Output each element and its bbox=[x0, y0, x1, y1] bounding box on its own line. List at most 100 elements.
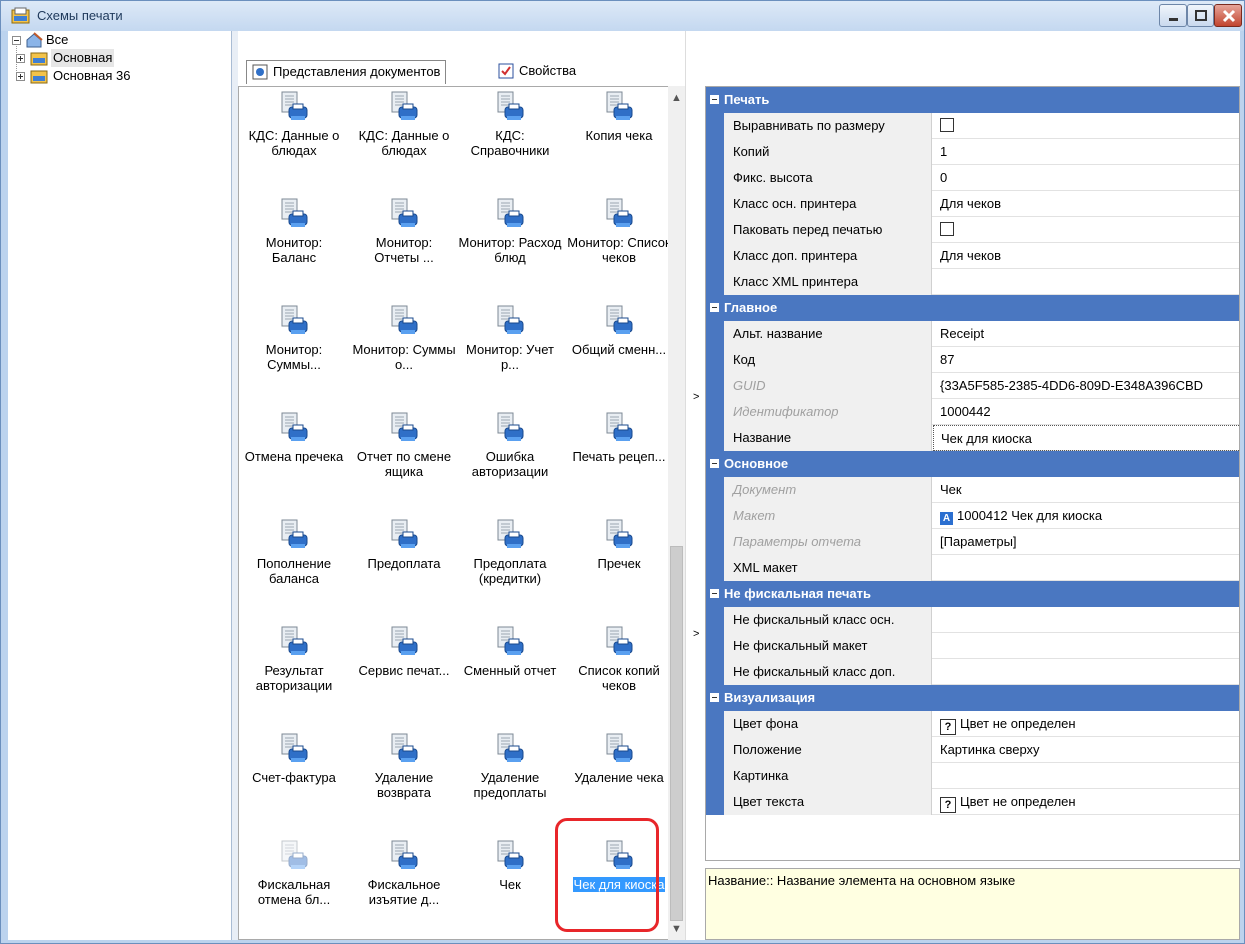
property-row[interactable]: Выравнивать по размеру bbox=[706, 113, 1239, 139]
property-row[interactable]: Фикс. высота 0 bbox=[706, 165, 1239, 191]
document-view-item[interactable]: Предоплата bbox=[352, 518, 456, 571]
document-view-item[interactable]: Удаление возврата bbox=[352, 732, 456, 800]
property-value[interactable] bbox=[933, 217, 1239, 243]
maximize-button[interactable] bbox=[1187, 4, 1214, 27]
collapse-icon[interactable] bbox=[710, 459, 719, 468]
collapse-icon[interactable] bbox=[710, 693, 719, 702]
document-view-item[interactable]: Монитор: Учет р... bbox=[458, 304, 562, 372]
property-row[interactable]: Альт. название Receipt bbox=[706, 321, 1239, 347]
document-view-item[interactable]: Печать рецеп... bbox=[567, 411, 671, 464]
property-row[interactable]: Код 87 bbox=[706, 347, 1239, 373]
collapse-icon[interactable] bbox=[710, 303, 719, 312]
document-view-item[interactable]: Отчет по смене ящика bbox=[352, 411, 456, 479]
tab-document-views[interactable]: Представления документов bbox=[246, 60, 447, 84]
property-row[interactable]: Не фискальный класс доп. bbox=[706, 659, 1239, 685]
tree-expand-toggle[interactable] bbox=[16, 72, 25, 81]
property-category[interactable]: Печать bbox=[706, 87, 1239, 113]
document-view-item[interactable]: Удаление чека bbox=[567, 732, 671, 785]
document-view-item[interactable]: Монитор: Суммы... bbox=[242, 304, 346, 372]
tree-item-main-36[interactable]: Основная 36 bbox=[53, 67, 130, 85]
property-row[interactable]: Макет A 1000412 Чек для киоска bbox=[706, 503, 1239, 529]
property-row[interactable]: Документ Чек bbox=[706, 477, 1239, 503]
close-button[interactable] bbox=[1214, 4, 1242, 27]
document-view-item[interactable]: КДС: Данные о блюдах bbox=[352, 90, 456, 158]
property-value[interactable] bbox=[933, 269, 1239, 295]
property-row[interactable]: Класс доп. принтера Для чеков bbox=[706, 243, 1239, 269]
property-value[interactable] bbox=[933, 659, 1239, 685]
property-value[interactable]: {33A5F585-2385-4DD6-809D-E348A396CBD bbox=[933, 373, 1239, 399]
scroll-up-arrow[interactable]: ▲ bbox=[668, 90, 685, 107]
property-value[interactable]: 87 bbox=[933, 347, 1239, 373]
property-value[interactable] bbox=[933, 763, 1239, 789]
property-grid[interactable]: Печать Выравнивать по размеру Копий 1 Фикс. … bbox=[705, 86, 1240, 861]
document-view-item[interactable]: Сервис печат... bbox=[352, 625, 456, 678]
document-view-item[interactable]: Общий сменн... bbox=[567, 304, 671, 357]
document-view-item[interactable]: КДС: Данные о блюдах bbox=[242, 90, 346, 158]
gallery-scrollbar[interactable]: ▲ ▼ bbox=[668, 86, 685, 940]
property-value[interactable]: Для чеков bbox=[933, 243, 1239, 269]
property-row[interactable]: Класс XML принтера bbox=[706, 269, 1239, 295]
document-view-item[interactable]: Монитор: Баланс bbox=[242, 197, 346, 265]
document-view-item[interactable]: Удаление предоплаты bbox=[458, 732, 562, 800]
property-value[interactable]: Для чеков bbox=[933, 191, 1239, 217]
property-value[interactable]: ? Цвет не определен bbox=[933, 789, 1239, 815]
document-view-item[interactable]: Монитор: Список чеков bbox=[567, 197, 671, 265]
document-view-item[interactable]: Результат авторизации bbox=[242, 625, 346, 693]
property-value[interactable] bbox=[933, 633, 1239, 659]
property-row[interactable]: Класс осн. принтера Для чеков bbox=[706, 191, 1239, 217]
property-row[interactable]: GUID {33A5F585-2385-4DD6-809D-E348A396CBD bbox=[706, 373, 1239, 399]
property-value[interactable]: Картинка сверху bbox=[933, 737, 1239, 763]
document-view-item[interactable]: Монитор: Расход блюд bbox=[458, 197, 562, 265]
property-value[interactable] bbox=[933, 113, 1239, 139]
document-view-gallery[interactable]: КДС: Данные о блюдах КДС: Данные о блюдах… bbox=[238, 86, 684, 940]
document-view-item[interactable]: Чек bbox=[458, 839, 562, 892]
property-value[interactable]: ? Цвет не определен bbox=[933, 711, 1239, 737]
property-category[interactable]: Визуализация bbox=[706, 685, 1239, 711]
tree-item-all[interactable]: Все bbox=[46, 31, 68, 49]
property-value[interactable]: Чек bbox=[933, 477, 1239, 503]
scroll-down-arrow[interactable]: ▼ bbox=[668, 921, 685, 938]
property-value[interactable]: A 1000412 Чек для киоска bbox=[933, 503, 1239, 529]
property-row[interactable]: Название Чек для киоска bbox=[706, 425, 1239, 451]
document-view-item[interactable]: Фискальная отмена бл... bbox=[242, 839, 346, 907]
property-checkbox[interactable] bbox=[940, 118, 954, 132]
document-view-item[interactable]: Монитор: Отчеты ... bbox=[352, 197, 456, 265]
document-view-item[interactable]: Фискальное изъятие д... bbox=[352, 839, 456, 907]
property-row[interactable]: Не фискальный макет bbox=[706, 633, 1239, 659]
tree-item-main[interactable]: Основная bbox=[51, 49, 115, 67]
document-view-item[interactable]: Копия чека bbox=[567, 90, 671, 143]
property-row[interactable]: Параметры отчета [Параметры] bbox=[706, 529, 1239, 555]
property-value[interactable] bbox=[933, 607, 1239, 633]
property-value[interactable]: Receipt bbox=[933, 321, 1239, 347]
property-row[interactable]: Цвет текста? Цвет не определен bbox=[706, 789, 1239, 815]
property-checkbox[interactable] bbox=[940, 222, 954, 236]
panel-splitter[interactable] bbox=[685, 31, 705, 940]
property-value[interactable]: [Параметры] bbox=[933, 529, 1239, 555]
document-view-item[interactable]: Сменный отчет bbox=[458, 625, 562, 678]
title-bar[interactable]: Схемы печати bbox=[1, 1, 1244, 31]
property-row[interactable]: Паковать перед печатью bbox=[706, 217, 1239, 243]
minimize-button[interactable] bbox=[1159, 4, 1187, 27]
property-row[interactable]: Картинка bbox=[706, 763, 1239, 789]
expand-arrow-icon[interactable]: > bbox=[693, 391, 699, 403]
document-view-item[interactable]: Отмена пречека bbox=[242, 411, 346, 464]
property-value[interactable] bbox=[933, 555, 1239, 581]
property-row[interactable]: Цвет фона? Цвет не определен bbox=[706, 711, 1239, 737]
collapse-icon[interactable] bbox=[710, 95, 719, 104]
document-view-item[interactable]: Монитор: Суммы о... bbox=[352, 304, 456, 372]
collapse-icon[interactable] bbox=[710, 589, 719, 598]
document-view-item[interactable]: Предоплата (кредитки) bbox=[458, 518, 562, 586]
property-value[interactable]: 1 bbox=[933, 139, 1239, 165]
document-view-item[interactable]: Пречек bbox=[567, 518, 671, 571]
document-view-item[interactable]: Пополнение баланса bbox=[242, 518, 346, 586]
tree-expand-toggle[interactable] bbox=[16, 54, 25, 63]
property-row[interactable]: Идентификатор 1000442 bbox=[706, 399, 1239, 425]
property-category[interactable]: Основное bbox=[706, 451, 1239, 477]
property-value[interactable]: 1000442 bbox=[933, 399, 1239, 425]
document-view-item[interactable]: Список копий чеков bbox=[567, 625, 671, 693]
scroll-thumb[interactable] bbox=[670, 546, 683, 921]
document-view-item[interactable]: Счет-фактура bbox=[242, 732, 346, 785]
tab-properties[interactable]: Свойства bbox=[493, 60, 576, 84]
property-row[interactable]: XML макет bbox=[706, 555, 1239, 581]
property-category[interactable]: Главное bbox=[706, 295, 1239, 321]
